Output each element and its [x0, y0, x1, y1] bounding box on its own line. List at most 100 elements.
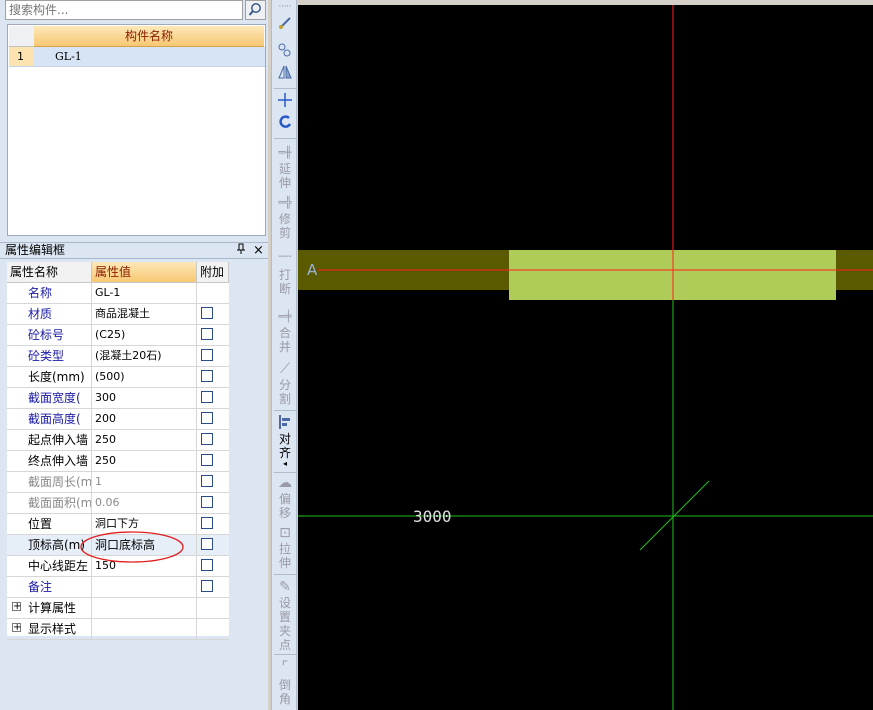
- search-button[interactable]: [245, 0, 266, 20]
- property-value[interactable]: [92, 577, 197, 597]
- break-icon[interactable]: ╌╌: [275, 248, 295, 266]
- toolbar-label-set-grip[interactable]: 设置夹点: [276, 596, 294, 652]
- attach-checkbox[interactable]: [201, 349, 213, 361]
- attach-checkbox[interactable]: [201, 538, 213, 550]
- attach-checkbox[interactable]: [201, 391, 213, 403]
- property-name: 截面宽度(: [7, 388, 92, 408]
- property-name: 截面面积(m: [7, 493, 92, 513]
- search-input[interactable]: [9, 1, 239, 19]
- property-row[interactable]: 截面宽度(300: [7, 388, 229, 409]
- property-value[interactable]: (混凝土20石): [92, 346, 197, 366]
- search-icon: [248, 3, 261, 16]
- toolbar-label-align[interactable]: 对齐 ◂: [276, 432, 294, 468]
- dimension-text: 3000: [413, 507, 452, 526]
- axis-label-a: A: [307, 261, 318, 279]
- attach-checkbox[interactable]: [201, 370, 213, 382]
- property-name: 起点伸入墙: [7, 430, 92, 450]
- property-name: 砼标号: [7, 325, 92, 345]
- extend-icon[interactable]: ═╫: [275, 144, 295, 162]
- toolbar-label-extend[interactable]: 延伸: [276, 162, 294, 190]
- property-row[interactable]: 材质 商品混凝土: [7, 304, 229, 325]
- property-group-row[interactable]: + 计算属性: [7, 598, 229, 619]
- property-value[interactable]: 商品混凝土: [92, 304, 197, 324]
- toolbar-label-stretch[interactable]: 拉伸: [276, 542, 294, 570]
- toolbar-label-offset[interactable]: 偏移: [276, 492, 294, 520]
- property-row[interactable]: 起点伸入墙 250: [7, 430, 229, 451]
- property-value[interactable]: 1: [92, 472, 197, 492]
- move-icon[interactable]: [275, 92, 295, 110]
- property-name: 备注: [7, 577, 92, 597]
- edit-toolbar: ····· ═╫ 延伸 ═╬ 修剪 ╌╌ 打断 ═╪ 合并 ⟋ 分割 对齐 ◂ ☁…: [271, 0, 297, 710]
- property-name-header: 属性名称: [7, 262, 92, 283]
- attach-checkbox[interactable]: [201, 412, 213, 424]
- align-icon[interactable]: [275, 414, 295, 432]
- component-row-name: GL-1: [55, 50, 82, 63]
- property-name: 截面周长(m: [7, 472, 92, 492]
- property-group-value: [92, 598, 197, 618]
- property-name: 长度(mm): [7, 367, 92, 387]
- property-value[interactable]: GL-1: [92, 283, 197, 303]
- property-name: 砼类型: [7, 346, 92, 366]
- property-value[interactable]: 200: [92, 409, 197, 429]
- property-group-row[interactable]: + 显示样式: [7, 619, 229, 640]
- property-value[interactable]: (C25): [92, 325, 197, 345]
- property-value[interactable]: 300: [92, 388, 197, 408]
- mirror-icon[interactable]: [275, 64, 295, 82]
- property-panel-title: 属性编辑框: [5, 243, 66, 257]
- attach-checkbox[interactable]: [201, 307, 213, 319]
- property-value[interactable]: 250: [92, 451, 197, 471]
- component-row[interactable]: 1 GL-1: [9, 47, 265, 67]
- attach-checkbox[interactable]: [201, 475, 213, 487]
- property-panel-titlebar: 属性编辑框 ×: [0, 242, 268, 259]
- close-icon[interactable]: ×: [253, 243, 264, 258]
- property-value-header: 属性值: [92, 262, 197, 283]
- component-name-header[interactable]: 构件名称: [34, 26, 264, 47]
- copy-icon[interactable]: [275, 42, 295, 60]
- property-name: 材质: [7, 304, 92, 324]
- property-group-label: 显示样式: [7, 619, 92, 639]
- offset-icon[interactable]: ☁: [275, 474, 295, 492]
- attach-checkbox[interactable]: [201, 328, 213, 340]
- attach-checkbox[interactable]: [201, 496, 213, 508]
- property-row[interactable]: 截面周长(m 1: [7, 472, 229, 493]
- trim-icon[interactable]: ═╬: [275, 194, 295, 212]
- property-row[interactable]: 砼类型 (混凝土20石): [7, 346, 229, 367]
- property-row[interactable]: 砼标号 (C25): [7, 325, 229, 346]
- toolbar-label-break[interactable]: 打断: [276, 268, 294, 296]
- property-row[interactable]: 长度(mm) (500): [7, 367, 229, 388]
- search-box: [5, 0, 243, 20]
- property-value[interactable]: 0.06: [92, 493, 197, 513]
- stretch-icon[interactable]: ⊡: [275, 524, 295, 542]
- property-grid: 属性名称 属性值 附加 名称 GL-1 材质 商品混凝土 砼标号 (C25) 砼类型 (混凝土…: [7, 262, 229, 640]
- chamfer-icon[interactable]: ⌜: [275, 658, 295, 676]
- property-name: 截面高度(: [7, 409, 92, 429]
- property-row[interactable]: 名称 GL-1: [7, 283, 229, 304]
- highlight-ellipse: [80, 531, 184, 563]
- attach-checkbox[interactable]: [201, 454, 213, 466]
- pin-icon[interactable]: [236, 243, 246, 259]
- toolbar-label-merge[interactable]: 合并: [276, 326, 294, 354]
- brush-icon[interactable]: [275, 15, 295, 33]
- property-group-value: [92, 619, 197, 639]
- toolbar-label-split[interactable]: 分割: [276, 378, 294, 406]
- attach-checkbox[interactable]: [201, 580, 213, 592]
- component-row-index: 1: [9, 47, 34, 66]
- property-row[interactable]: 备注: [7, 577, 229, 598]
- property-row[interactable]: 截面面积(m 0.06: [7, 493, 229, 514]
- property-row[interactable]: 终点伸入墙 250: [7, 451, 229, 472]
- split-icon[interactable]: ⟋: [275, 360, 295, 378]
- attach-checkbox[interactable]: [201, 559, 213, 571]
- rotate-icon[interactable]: [275, 114, 295, 132]
- component-list: 构件名称 1 GL-1: [7, 24, 266, 236]
- property-value[interactable]: (500): [92, 367, 197, 387]
- attach-checkbox[interactable]: [201, 517, 213, 529]
- drawing-canvas[interactable]: A 3000: [298, 5, 873, 710]
- list-corner: [9, 26, 35, 47]
- merge-icon[interactable]: ═╪: [275, 308, 295, 326]
- property-row[interactable]: 截面高度(200: [7, 409, 229, 430]
- set-grip-icon[interactable]: ✎: [275, 578, 295, 596]
- toolbar-label-trim[interactable]: 修剪: [276, 212, 294, 240]
- toolbar-label-chamfer[interactable]: 倒角: [276, 678, 294, 706]
- attach-checkbox[interactable]: [201, 433, 213, 445]
- property-value[interactable]: 250: [92, 430, 197, 450]
